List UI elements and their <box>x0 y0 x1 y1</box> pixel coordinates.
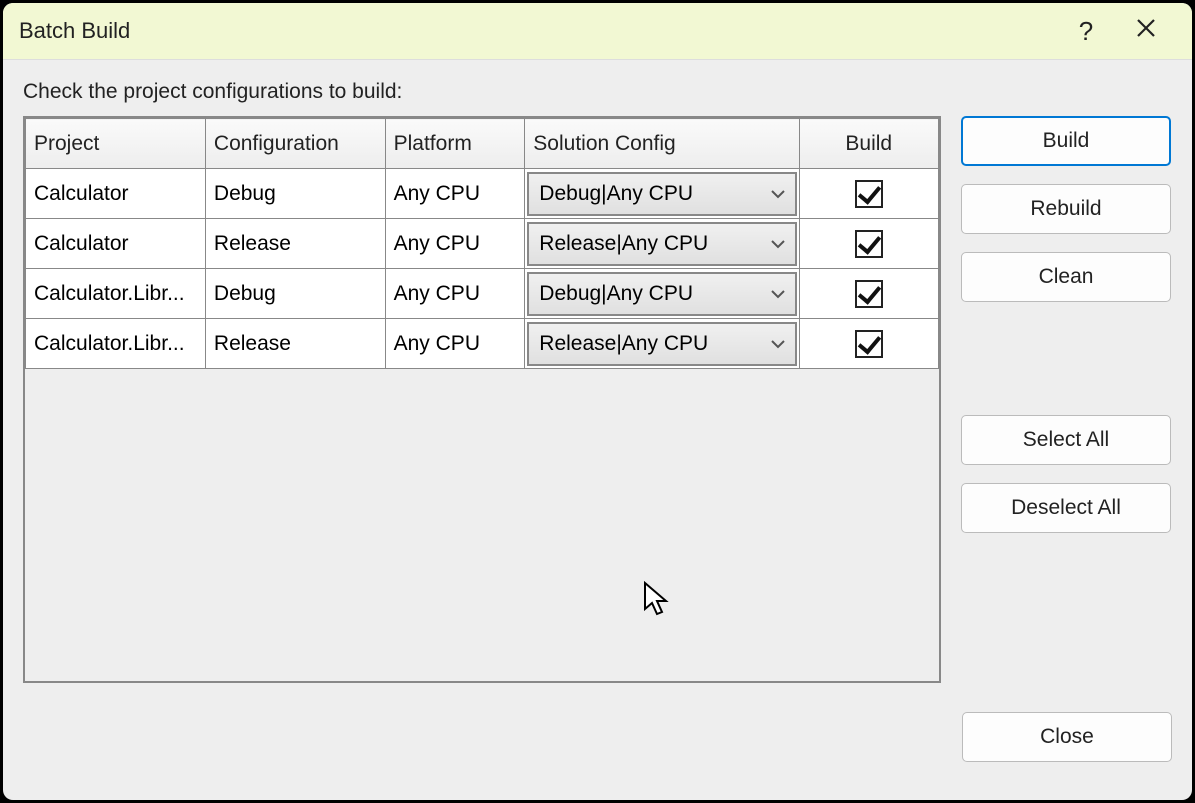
action-sidebar: Build Rebuild Clean Select All Deselect … <box>961 116 1171 692</box>
cell-platform: Any CPU <box>385 319 525 369</box>
cell-solution-config: Release|Any CPU <box>525 319 799 369</box>
help-icon: ? <box>1079 16 1093 47</box>
help-button[interactable]: ? <box>1056 3 1116 60</box>
cell-configuration: Release <box>205 319 385 369</box>
solution-config-dropdown[interactable]: Debug|Any CPU <box>527 172 796 216</box>
cell-build <box>799 269 939 319</box>
clean-button[interactable]: Clean <box>961 252 1171 302</box>
column-header-solution-config[interactable]: Solution Config <box>525 119 799 169</box>
chevron-down-icon <box>771 186 785 202</box>
cell-project: Calculator <box>26 219 206 269</box>
build-checkbox[interactable] <box>855 330 883 358</box>
configurations-table: Project Configuration Platform Solution … <box>23 116 941 683</box>
cell-project: Calculator.Libr... <box>26 269 206 319</box>
main-row: Project Configuration Platform Solution … <box>23 116 1172 692</box>
column-header-platform[interactable]: Platform <box>385 119 525 169</box>
cell-solution-config: Release|Any CPU <box>525 219 799 269</box>
instruction-label: Check the project configurations to buil… <box>23 80 1172 104</box>
deselect-all-button[interactable]: Deselect All <box>961 483 1171 533</box>
build-button[interactable]: Build <box>961 116 1171 166</box>
chevron-down-icon <box>771 236 785 252</box>
select-all-button[interactable]: Select All <box>961 415 1171 465</box>
cell-platform: Any CPU <box>385 169 525 219</box>
dropdown-label: Release|Any CPU <box>539 332 770 356</box>
rebuild-button[interactable]: Rebuild <box>961 184 1171 234</box>
cell-solution-config: Debug|Any CPU <box>525 269 799 319</box>
cell-configuration: Debug <box>205 169 385 219</box>
cell-project: Calculator.Libr... <box>26 319 206 369</box>
cell-project: Calculator <box>26 169 206 219</box>
table-row[interactable]: Calculator ReleaseAny CPU Release|Any CPU <box>26 219 939 269</box>
cell-platform: Any CPU <box>385 219 525 269</box>
dialog-title: Batch Build <box>19 18 1056 44</box>
build-checkbox[interactable] <box>855 230 883 258</box>
chevron-down-icon <box>771 336 785 352</box>
dropdown-label: Debug|Any CPU <box>539 282 770 306</box>
dialog-content: Check the project configurations to buil… <box>3 60 1192 800</box>
cell-platform: Any CPU <box>385 269 525 319</box>
close-window-button[interactable] <box>1116 3 1176 60</box>
chevron-down-icon <box>771 286 785 302</box>
cell-project-text: Calculator.Libr... <box>34 332 197 356</box>
table-row[interactable]: Calculator DebugAny CPU Debug|Any CPU <box>26 169 939 219</box>
build-checkbox[interactable] <box>855 180 883 208</box>
cell-project-text: Calculator <box>34 232 197 256</box>
table-row[interactable]: Calculator.Libr... DebugAny CPU Debug|Any … <box>26 269 939 319</box>
column-header-build[interactable]: Build <box>799 119 939 169</box>
solution-config-dropdown[interactable]: Release|Any CPU <box>527 322 796 366</box>
cell-project-text: Calculator.Libr... <box>34 282 197 306</box>
solution-config-dropdown[interactable]: Debug|Any CPU <box>527 272 796 316</box>
dropdown-label: Release|Any CPU <box>539 232 770 256</box>
cell-build <box>799 319 939 369</box>
cell-build <box>799 219 939 269</box>
close-icon <box>1136 18 1156 44</box>
cell-configuration: Release <box>205 219 385 269</box>
titlebar: Batch Build ? <box>3 3 1192 60</box>
cell-project-text: Calculator <box>34 182 197 206</box>
cell-solution-config: Debug|Any CPU <box>525 169 799 219</box>
table-row[interactable]: Calculator.Libr... ReleaseAny CPU Release|… <box>26 319 939 369</box>
column-header-project[interactable]: Project <box>26 119 206 169</box>
dropdown-label: Debug|Any CPU <box>539 182 770 206</box>
cell-configuration: Debug <box>205 269 385 319</box>
solution-config-dropdown[interactable]: Release|Any CPU <box>527 222 796 266</box>
table-header-row: Project Configuration Platform Solution … <box>26 119 939 169</box>
close-button[interactable]: Close <box>962 712 1172 762</box>
dialog-footer: Close <box>23 692 1172 780</box>
batch-build-dialog: Batch Build ? Check the project configur… <box>3 3 1192 800</box>
column-header-configuration[interactable]: Configuration <box>205 119 385 169</box>
build-checkbox[interactable] <box>855 280 883 308</box>
cell-build <box>799 169 939 219</box>
